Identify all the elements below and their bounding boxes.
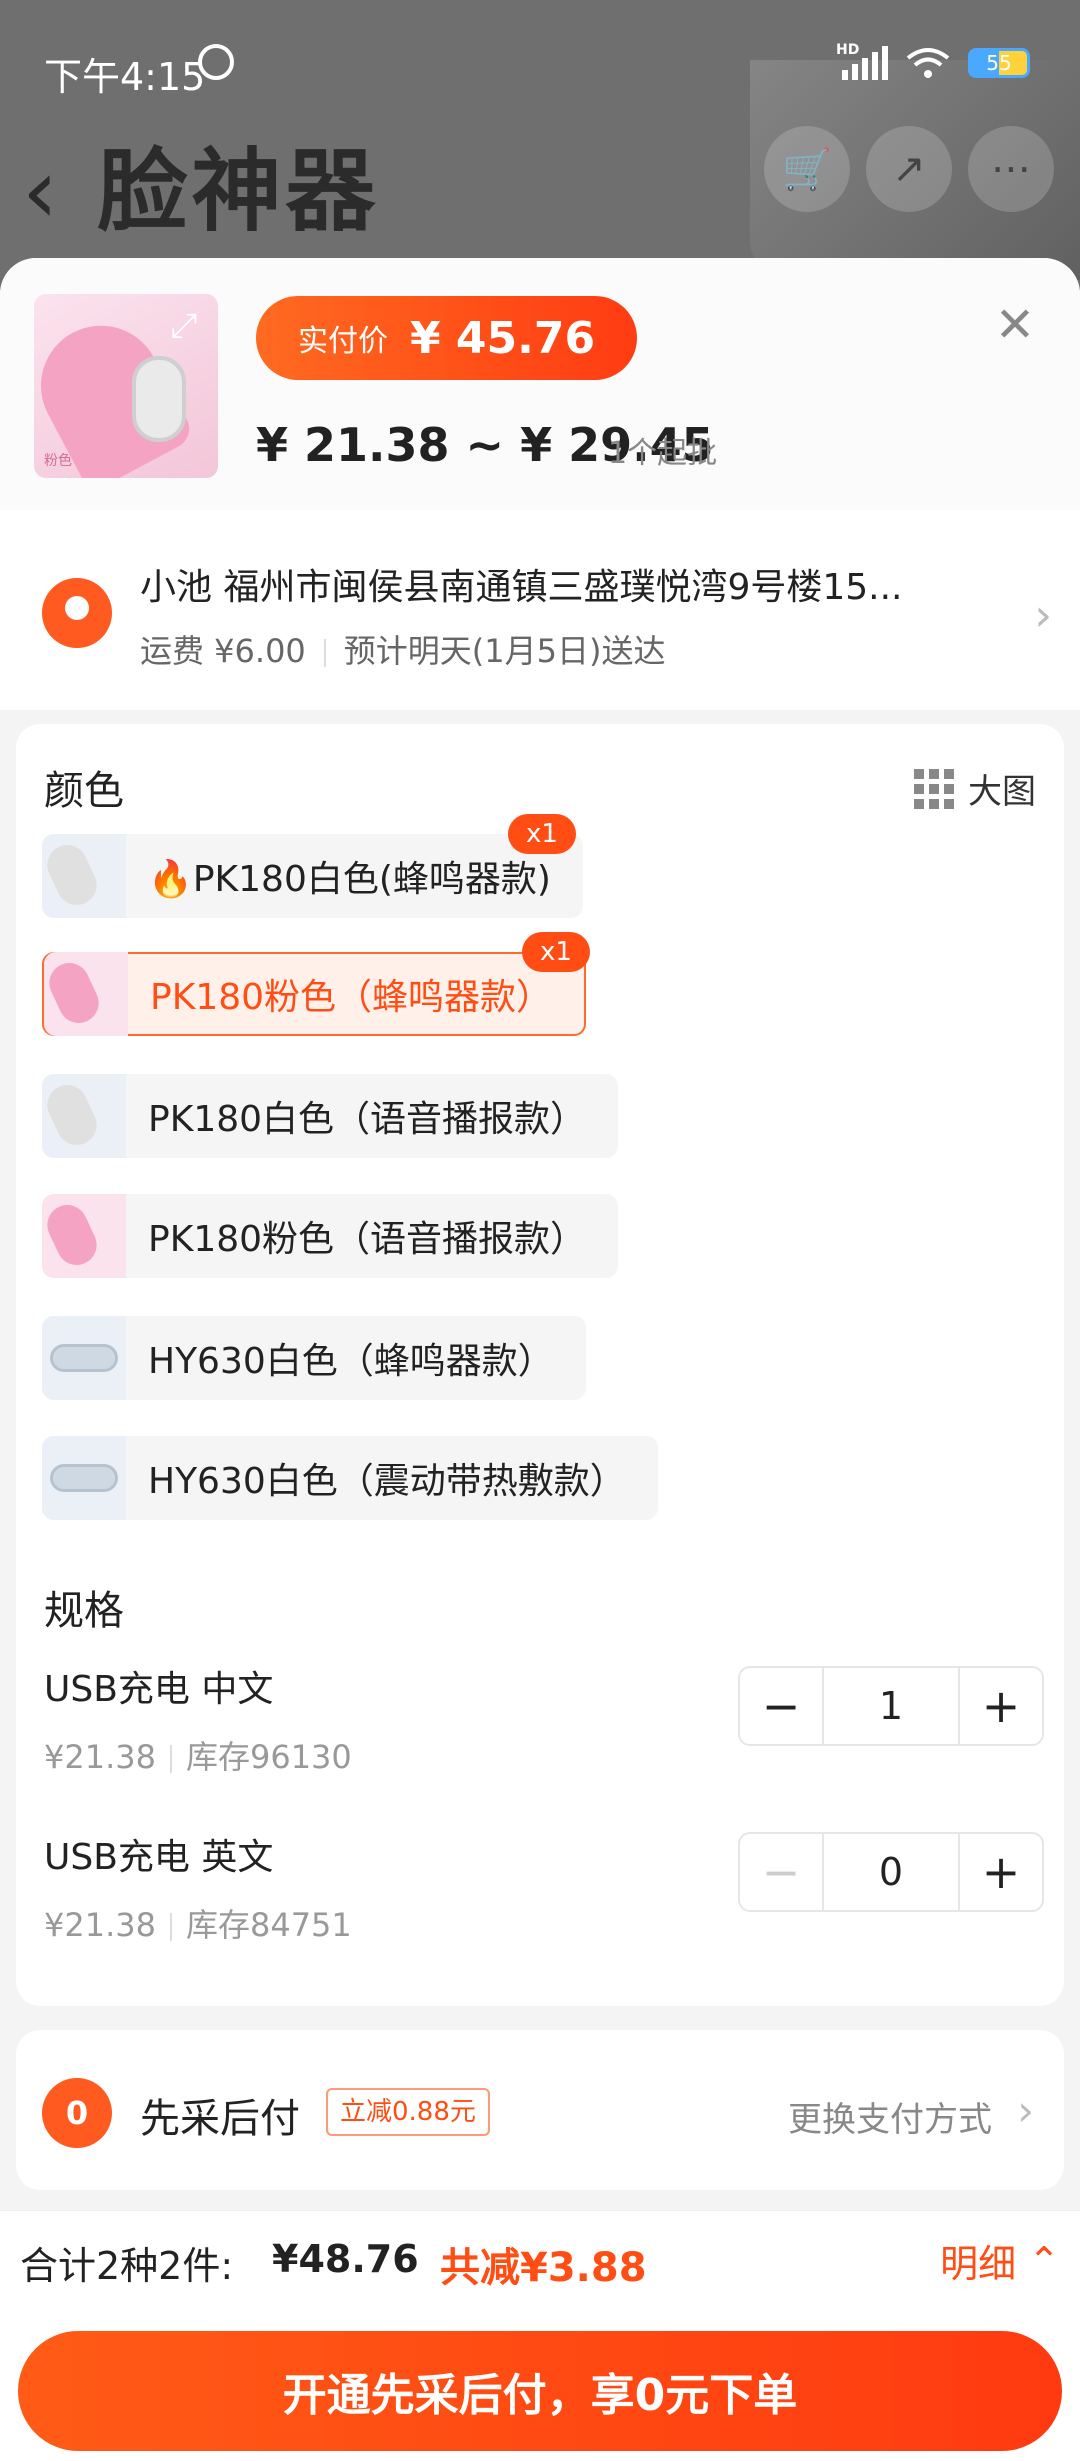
spec-row: USB充电 中文 ¥21.38 库存96130 − 1 + bbox=[44, 1660, 1044, 1778]
address-card[interactable]: 小池 福州市闽侯县南通镇三盛璞悦湾9号楼15... 运费 ¥6.00 预计明天(1… bbox=[0, 510, 1080, 710]
increment-button[interactable]: + bbox=[960, 1834, 1042, 1910]
shipping-info: 运费 ¥6.00 预计明天(1月5日)送达 bbox=[140, 626, 666, 672]
total-label: 合计2种2件: bbox=[20, 2244, 234, 2288]
color-option-label: HY630白色（蜂鸣器款） bbox=[148, 1341, 554, 1382]
big-view-label: 大图 bbox=[968, 772, 1036, 812]
share-icon[interactable]: ↗ bbox=[866, 126, 952, 212]
color-option-label: PK180白色(蜂鸣器款) bbox=[192, 859, 551, 900]
status-icons: HD 55 bbox=[836, 42, 1030, 80]
quantity-input[interactable]: 1 bbox=[822, 1668, 960, 1744]
option-thumbnail bbox=[42, 1436, 126, 1520]
wifi-icon bbox=[906, 48, 950, 78]
spec-price: ¥21.38 bbox=[44, 1738, 156, 1776]
paid-price-label: 实付价 bbox=[298, 324, 388, 359]
hot-icon: 🔥 bbox=[148, 859, 193, 900]
more-icon[interactable]: ⋯ bbox=[968, 126, 1054, 212]
options-card: 颜色 大图 🔥PK180白色(蜂鸣器款) x1 PK180粉色（蜂鸣器款） x1… bbox=[16, 724, 1064, 2006]
network-type-label: HD bbox=[836, 42, 860, 58]
paid-price-pill: 实付价 ¥ 45.76 bbox=[256, 296, 638, 380]
detail-toggle[interactable]: 明细 ⌃ bbox=[940, 2233, 1060, 2288]
spec-price: ¥21.38 bbox=[44, 1906, 156, 1944]
bottom-bar: 合计2种2件: ¥48.76 共减¥3.88 明细 ⌃ 开通先采后付，享0元下单 bbox=[0, 2210, 1080, 2461]
checkout-button[interactable]: 开通先采后付，享0元下单 bbox=[18, 2331, 1062, 2451]
color-option[interactable]: 🔥PK180白色(蜂鸣器款) bbox=[42, 834, 583, 918]
grid-icon bbox=[914, 768, 954, 809]
color-option-label: HY630白色（震动带热敷款） bbox=[148, 1461, 626, 1502]
paid-price-value: ¥ 45.76 bbox=[410, 312, 596, 364]
status-time: 下午4:15 bbox=[44, 55, 206, 99]
back-icon[interactable]: ‹ bbox=[22, 139, 62, 244]
total-discount: 共减¥3.88 bbox=[440, 2245, 647, 2291]
decrement-button[interactable]: − bbox=[740, 1668, 822, 1744]
quantity-stepper: − 0 + bbox=[738, 1832, 1044, 1912]
spec-stock: 库存84751 bbox=[185, 1906, 352, 1944]
chevron-right-icon: › bbox=[1034, 590, 1052, 641]
option-thumbnail bbox=[42, 834, 126, 918]
quantity-input[interactable]: 0 bbox=[822, 1834, 960, 1910]
spec-stock: 库存96130 bbox=[185, 1738, 352, 1776]
decrement-button[interactable]: − bbox=[740, 1834, 822, 1910]
detail-label: 明细 bbox=[940, 2242, 1017, 2286]
quantity-badge: x1 bbox=[522, 932, 590, 972]
location-pin-icon bbox=[42, 578, 112, 648]
payment-discount-badge: 立减0.88元 bbox=[326, 2088, 490, 2136]
color-option-selected[interactable]: PK180粉色（蜂鸣器款） bbox=[42, 952, 587, 1036]
delivery-estimate: 预计明天(1月5日)送达 bbox=[343, 632, 666, 670]
status-bar: 下午4:15 HD 55 bbox=[0, 0, 1080, 130]
sku-selector-sheet: ⤢ 粉色 实付价 ¥ 45.76 ¥ 21.38 ~ ¥ 29.45 1个起批 … bbox=[0, 258, 1080, 2460]
quantity-badge: x1 bbox=[508, 814, 576, 854]
chevron-up-icon: ⌃ bbox=[1028, 2238, 1060, 2283]
quantity-stepper: − 1 + bbox=[738, 1666, 1044, 1746]
color-option-label: PK180粉色（语音播报款） bbox=[148, 1219, 587, 1260]
chevron-right-icon: › bbox=[1017, 2086, 1034, 2135]
option-thumbnail bbox=[42, 1074, 126, 1158]
product-thumbnail[interactable]: ⤢ 粉色 bbox=[34, 294, 218, 478]
color-option[interactable]: PK180粉色（语音播报款） bbox=[42, 1194, 619, 1278]
option-thumbnail bbox=[42, 1194, 126, 1278]
total-amount: ¥48.76 bbox=[272, 2237, 419, 2281]
battery-level: 55 bbox=[986, 51, 1012, 75]
spec-section-label: 规格 bbox=[44, 1588, 124, 1634]
big-view-button[interactable]: 大图 bbox=[914, 764, 1036, 813]
color-section-label: 颜色 bbox=[44, 768, 124, 814]
thumbnail-tag: 粉色 bbox=[44, 453, 72, 469]
pay-later-icon: 0 bbox=[42, 2078, 112, 2148]
color-option[interactable]: HY630白色（蜂鸣器款） bbox=[42, 1316, 586, 1400]
payment-title: 先采后付 bbox=[140, 2096, 300, 2142]
expand-icon[interactable]: ⤢ bbox=[164, 306, 204, 346]
option-thumbnail bbox=[44, 952, 128, 1036]
signal-icon: HD bbox=[836, 42, 888, 80]
product-remote-shape bbox=[132, 356, 186, 442]
color-option-label: PK180粉色（蜂鸣器款） bbox=[150, 977, 553, 1018]
cart-icon[interactable]: 🛒 bbox=[764, 126, 850, 212]
color-option[interactable]: PK180白色（语音播报款） bbox=[42, 1074, 619, 1158]
background-page-title: ‹ 脸神器 bbox=[22, 139, 380, 244]
spec-row: USB充电 英文 ¥21.38 库存84751 − 0 + bbox=[44, 1828, 1044, 1946]
address-line: 小池 福州市闽侯县南通镇三盛璞悦湾9号楼15... bbox=[140, 567, 903, 608]
min-order: 1个起批 bbox=[608, 436, 718, 471]
payment-method-card[interactable]: 0 先采后付 立减0.88元 更换支付方式 › bbox=[16, 2030, 1064, 2190]
change-payment-link[interactable]: 更换支付方式 bbox=[788, 2092, 992, 2141]
option-thumbnail bbox=[42, 1316, 126, 1400]
close-icon[interactable]: ✕ bbox=[990, 300, 1040, 350]
sheet-header: ⤢ 粉色 实付价 ¥ 45.76 ¥ 21.38 ~ ¥ 29.45 1个起批 … bbox=[0, 258, 1080, 510]
color-option[interactable]: HY630白色（震动带热敷款） bbox=[42, 1436, 658, 1520]
color-option-label: PK180白色（语音播报款） bbox=[148, 1099, 587, 1140]
shipping-fee: 运费 ¥6.00 bbox=[140, 632, 306, 670]
battery-icon: 55 bbox=[968, 48, 1030, 78]
increment-button[interactable]: + bbox=[960, 1668, 1042, 1744]
alarm-icon bbox=[198, 44, 234, 80]
